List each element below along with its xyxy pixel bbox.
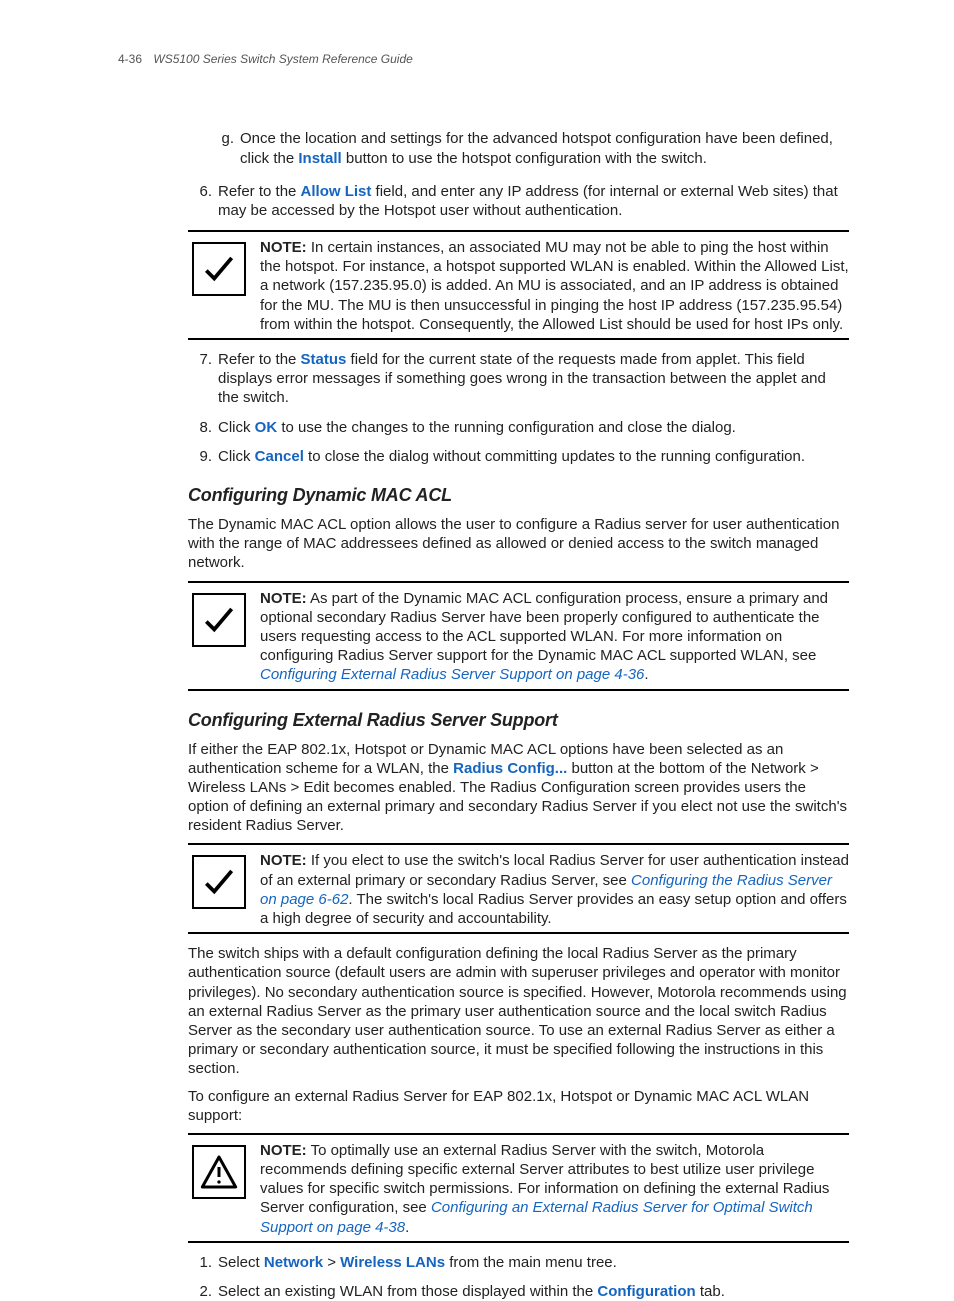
- heading-dynamic-mac-acl: Configuring Dynamic MAC ACL: [188, 484, 849, 507]
- doc-title: WS5100 Series Switch System Reference Gu…: [153, 52, 412, 66]
- step-6: 6. Refer to the Allow List field, and en…: [188, 182, 849, 220]
- list-marker: 1.: [188, 1253, 218, 1272]
- step-8: 8. Click OK to use the changes to the ru…: [188, 418, 849, 437]
- checkmark-icon: [192, 855, 246, 909]
- checkmark-icon: [192, 593, 246, 647]
- list-marker: 2.: [188, 1282, 218, 1301]
- list-marker: g.: [214, 129, 240, 167]
- list-marker: 6.: [188, 182, 218, 220]
- heading-external-radius: Configuring External Radius Server Suppo…: [188, 709, 849, 732]
- substep-g: g. Once the location and settings for th…: [214, 129, 849, 167]
- step-9: 9. Click Cancel to close the dialog with…: [188, 447, 849, 466]
- list-marker: 9.: [188, 447, 218, 466]
- note-text: NOTE: In certain instances, an associate…: [260, 236, 849, 334]
- step-body: Select an existing WLAN from those displ…: [218, 1282, 849, 1301]
- note-text: NOTE: If you elect to use the switch's l…: [260, 849, 849, 928]
- note-block: NOTE: As part of the Dynamic MAC ACL con…: [188, 581, 849, 691]
- list-marker: 8.: [188, 418, 218, 437]
- install-keyword: Install: [298, 150, 341, 167]
- note-text: NOTE: To optimally use an external Radiu…: [260, 1139, 849, 1237]
- paragraph: The Dynamic MAC ACL option allows the us…: [188, 515, 849, 573]
- cancel-keyword: Cancel: [255, 448, 304, 465]
- step-body: Refer to the Allow List field, and enter…: [218, 182, 849, 220]
- warning-icon: [192, 1145, 246, 1199]
- step-body: Click Cancel to close the dialog without…: [218, 447, 849, 466]
- status-keyword: Status: [301, 351, 347, 368]
- step-body: Refer to the Status field for the curren…: [218, 350, 849, 408]
- radius-config-keyword: Radius Config...: [453, 760, 567, 777]
- network-keyword: Network: [264, 1254, 323, 1271]
- step-2: 2. Select an existing WLAN from those di…: [188, 1282, 849, 1301]
- paragraph: To configure an external Radius Server f…: [188, 1087, 849, 1125]
- paragraph: The switch ships with a default configur…: [188, 944, 849, 1078]
- allow-list-keyword: Allow List: [301, 183, 372, 200]
- cross-reference-link[interactable]: Configuring External Radius Server Suppo…: [260, 666, 644, 683]
- note-block: NOTE: If you elect to use the switch's l…: [188, 843, 849, 934]
- note-text: NOTE: As part of the Dynamic MAC ACL con…: [260, 587, 849, 685]
- ok-keyword: OK: [255, 419, 278, 436]
- checkmark-icon: [192, 242, 246, 296]
- list-marker: 7.: [188, 350, 218, 408]
- note-block: NOTE: To optimally use an external Radiu…: [188, 1133, 849, 1243]
- page-number: 4-36: [118, 52, 142, 66]
- running-header: 4-36 WS5100 Series Switch System Referen…: [118, 52, 849, 67]
- page-content: g. Once the location and settings for th…: [188, 129, 849, 1301]
- step-body: Click OK to use the changes to the runni…: [218, 418, 849, 437]
- step-body: Once the location and settings for the a…: [240, 129, 849, 167]
- note-block: NOTE: In certain instances, an associate…: [188, 230, 849, 340]
- step-7: 7. Refer to the Status field for the cur…: [188, 350, 849, 408]
- wireless-lans-keyword: Wireless LANs: [340, 1254, 445, 1271]
- paragraph: If either the EAP 802.1x, Hotspot or Dyn…: [188, 740, 849, 836]
- step-body: Select Network > Wireless LANs from the …: [218, 1253, 849, 1272]
- step-1: 1. Select Network > Wireless LANs from t…: [188, 1253, 849, 1272]
- configuration-keyword: Configuration: [597, 1283, 695, 1300]
- document-page: 4-36 WS5100 Series Switch System Referen…: [0, 0, 954, 1235]
